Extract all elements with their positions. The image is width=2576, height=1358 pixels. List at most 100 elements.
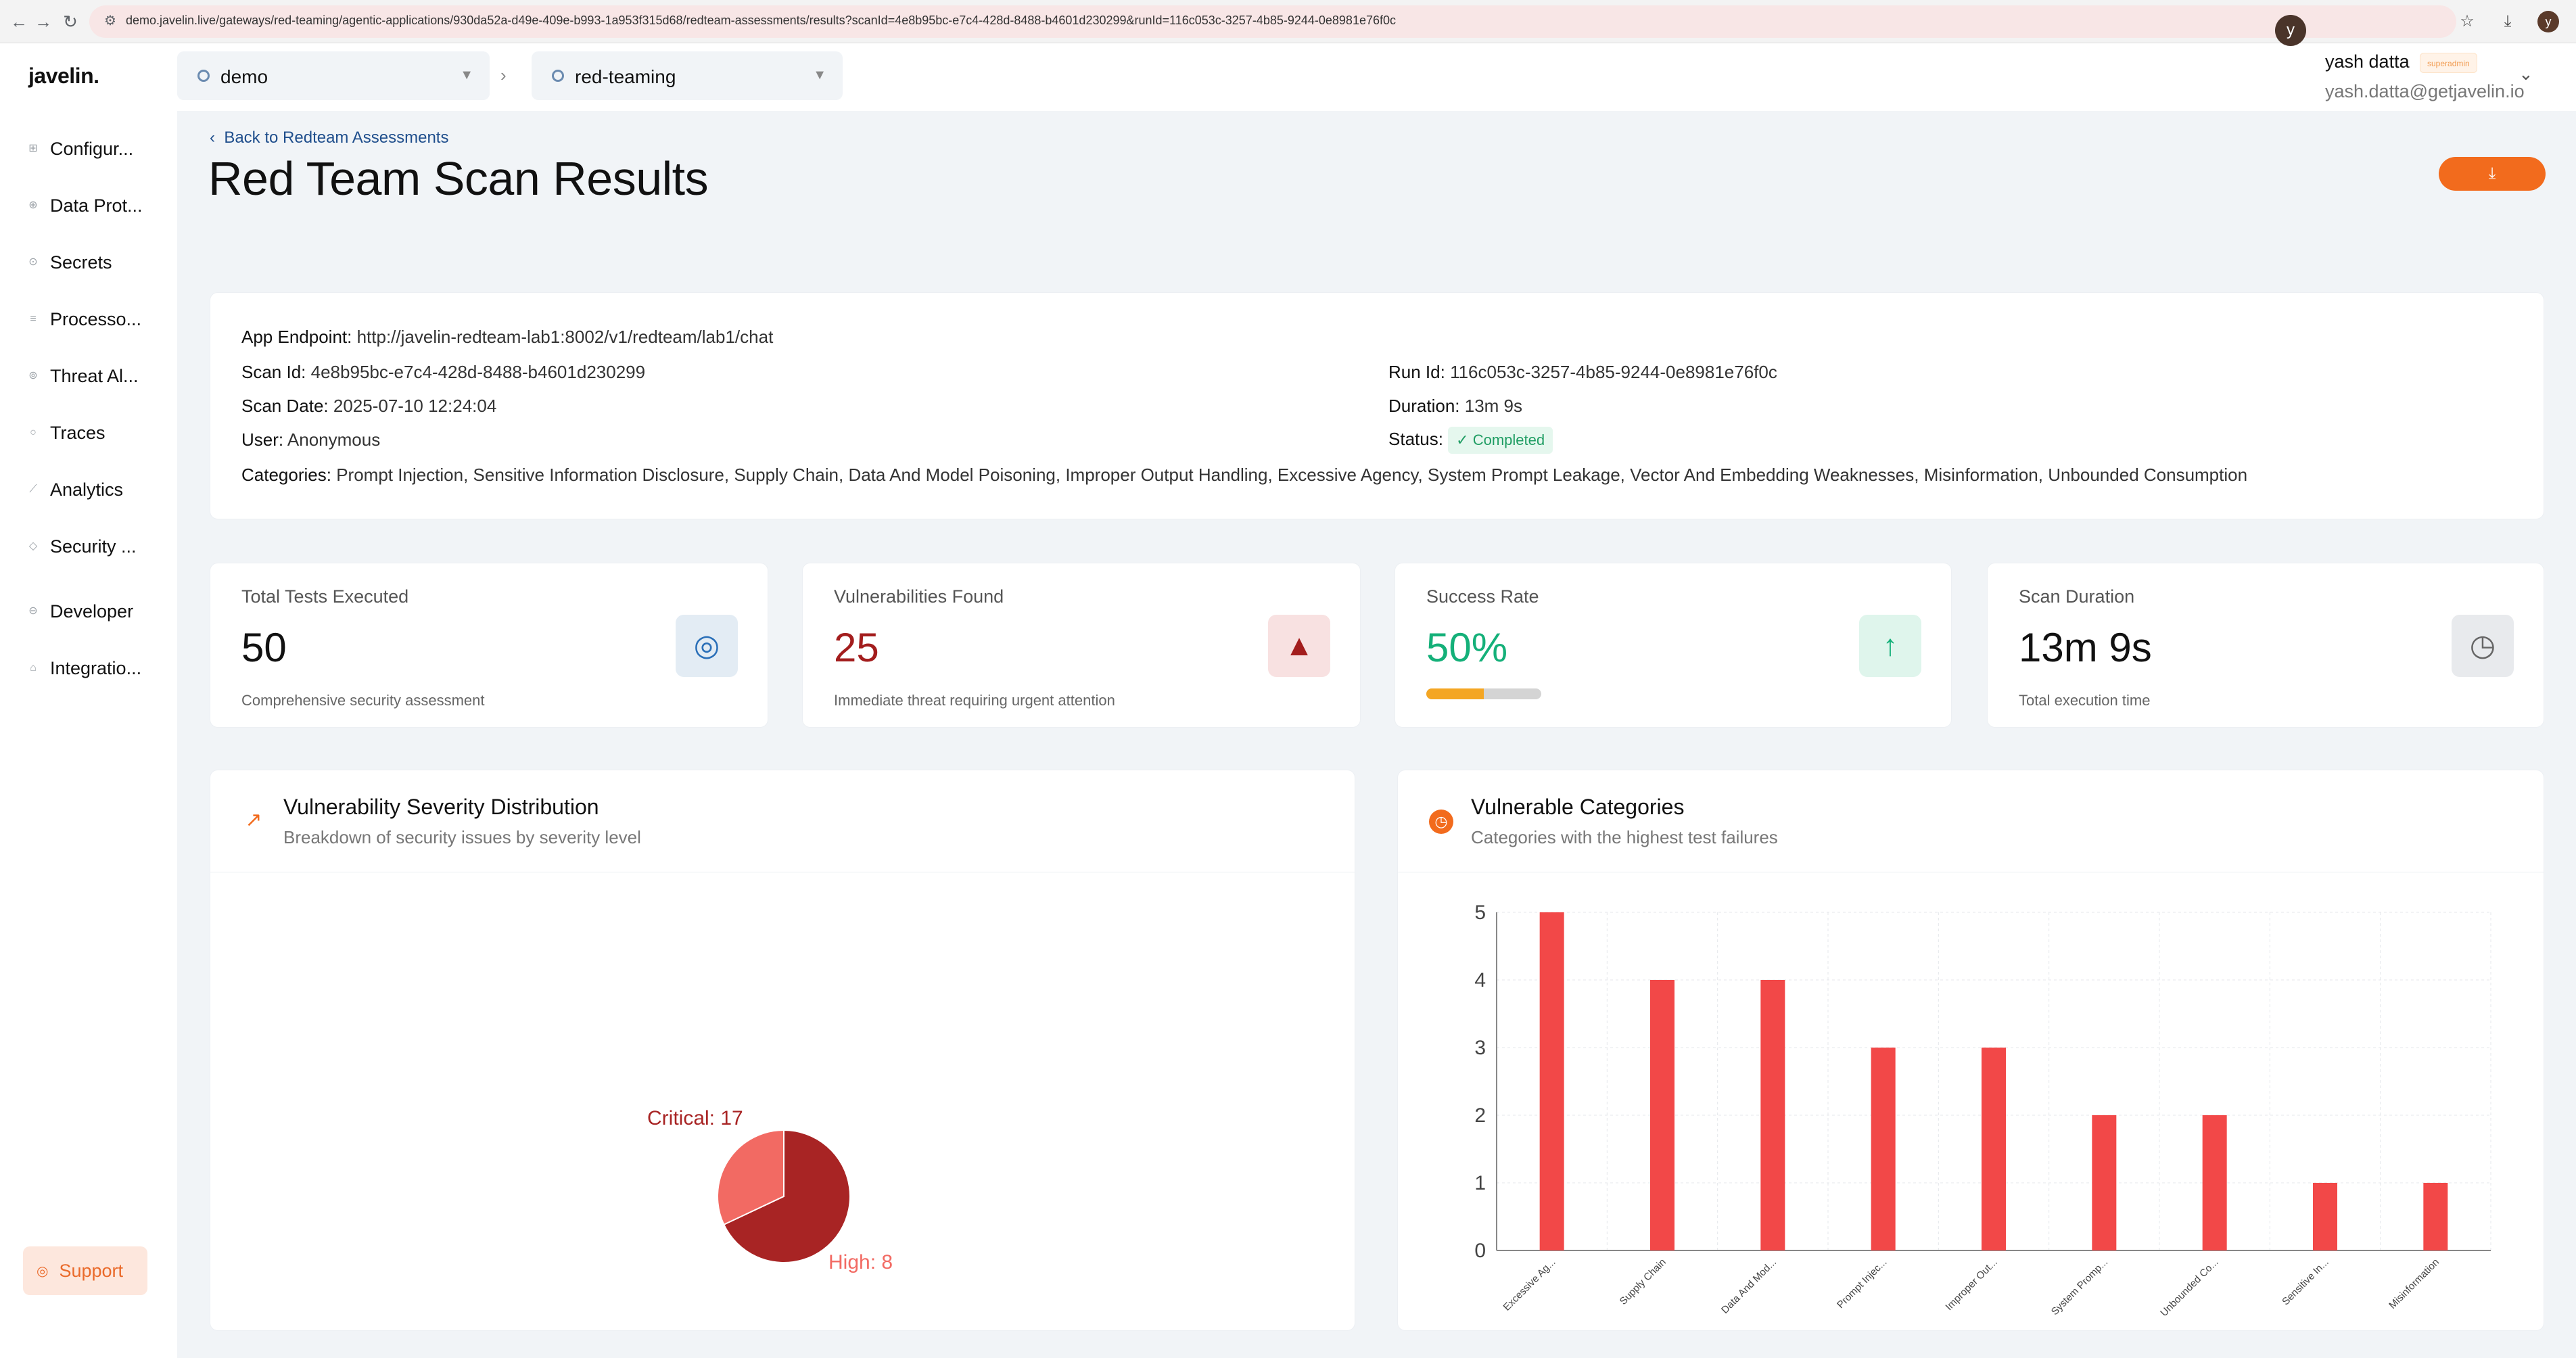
sidebar-item-label: Traces [50,422,106,443]
bar[interactable] [1539,912,1564,1250]
bar[interactable] [2092,1115,2117,1250]
endpoint-value: http://javelin-redteam-lab1:8002/v1/redt… [356,327,774,347]
alert-icon: ⊚ [28,370,38,381]
stat-value: 50 [241,625,287,670]
application-name: red-teaming [575,66,676,87]
sidebar-item[interactable]: ⟋ Analytics [26,472,168,507]
categories-label: Categories: [241,465,331,485]
duration-value: 13m 9s [1464,396,1522,416]
x-tick-label: Misinformation [2387,1257,2441,1311]
sidebar-item-label: Secrets [50,252,112,273]
sidebar-item-label: Analytics [50,479,124,500]
y-tick-label: 4 [1474,969,1486,991]
back-link[interactable]: ‹ Back to Redteam Assessments [210,128,448,147]
gateway-name: demo [220,66,268,87]
sidebar-item[interactable]: ≡ Processo... [26,302,168,337]
sidebar-item-label: Processo... [50,308,142,329]
stat-label: Vulnerabilities Found [834,586,1004,607]
chevron-down-icon: ▼ [813,68,826,83]
bar[interactable] [2202,1115,2227,1250]
chat-icon: ◎ [37,1263,49,1279]
site-info-icon[interactable]: ⚙ [101,12,119,30]
chevron-right-icon: › [500,65,507,85]
user-name: yash datta [2325,51,2410,72]
trace-icon: ○ [30,427,37,438]
bookmark-star-icon[interactable]: ☆ [2455,9,2479,34]
endpoint-label: App Endpoint: [241,327,352,347]
reload-icon[interactable]: ↻ [58,9,83,34]
bar[interactable] [2423,1183,2448,1250]
support-label: Support [59,1260,124,1281]
y-tick-label: 5 [1474,902,1486,924]
y-tick-label: 2 [1474,1104,1486,1127]
status-label: Status: [1388,428,1443,449]
vulnerable-categories-panel: ◷ Vulnerable Categories Categories with … [1397,770,2544,1331]
gateway-selector[interactable]: demo ▼ [177,51,490,100]
stat-value: 50% [1426,625,1508,670]
scan-id-row: Scan Id: 4e8b95bc-e7c4-428d-8488-b4601d2… [241,362,645,383]
sidebar-item[interactable]: ⊞ Configur... [26,131,168,166]
url-text[interactable]: demo.javelin.live/gateways/red-teaming/a… [126,14,2358,28]
scan-date-value: 2025-07-10 12:24:04 [333,396,497,416]
bar[interactable] [1650,980,1675,1250]
stat-subtitle: Immediate threat requiring urgent attent… [834,692,1115,709]
status-row: Status: ✓ Completed [1388,427,1553,454]
plug-icon: ⌂ [30,662,37,674]
sidebar: javelin. ⊞ Configur... ⊕ Data Prot... ⊙ Secre… [0,43,177,1358]
page-title: Red Team Scan Results [208,152,709,205]
success-rate-progress [1426,688,1541,699]
sidebar-item[interactable]: ⊕ Data Prot... [26,188,168,223]
sidebar-item[interactable]: ⊖ Developer [26,594,168,629]
progress-fill [1426,688,1484,699]
back-arrow-icon[interactable]: ← [7,9,31,34]
stat-card-vulnerabilities: Vulnerabilities Found 25 Immediate threa… [802,563,1361,728]
stat-card-scan-duration: Scan Duration 13m 9s Total execution tim… [1987,563,2544,728]
panel-title: Vulnerable Categories [1471,795,1685,819]
user-menu-chevron-icon[interactable]: ⌄ [2519,64,2533,85]
stat-card-success-rate: Success Rate 50% ↑ [1395,563,1952,728]
arrow-up-icon: ↑ [1859,615,1921,677]
x-tick-label: Data And Mod... [1719,1257,1779,1316]
bar[interactable] [1871,1048,1896,1250]
scan-id-label: Scan Id: [241,362,306,382]
status-badge: ✓ Completed [1448,427,1553,454]
bar[interactable] [1760,980,1785,1250]
clock-icon: ◷ [1428,807,1455,834]
sidebar-item-label: Integratio... [50,657,142,678]
target-icon: ◎ [676,615,738,677]
scan-id-value: 4e8b95bc-e7c4-428d-8488-b4601d230299 [310,362,646,382]
application-selector[interactable]: red-teaming ▼ [532,51,843,100]
x-tick-label: Unbounded Co... [2158,1257,2220,1319]
severity-pie-chart: Critical: 17 High: 8 [647,1107,893,1273]
sidebar-item[interactable]: ◇ Security ... [26,529,168,564]
check-icon: ✓ [1456,431,1473,448]
user-avatar[interactable]: y [2275,15,2306,46]
download-icon: ⤓ [2488,164,2496,183]
x-tick-label: Excessive Ag... [1501,1257,1558,1313]
user-label: User: [241,429,284,450]
sidebar-item[interactable]: ⌂ Integratio... [26,651,168,686]
endpoint-row: App Endpoint: http://javelin-redteam-lab… [241,327,773,348]
panel-subtitle: Breakdown of security issues by severity… [283,827,641,847]
y-tick-label: 1 [1474,1172,1486,1194]
forward-arrow-icon[interactable]: → [31,9,55,34]
warning-icon: ▲ [1268,615,1330,677]
browser-profile-avatar[interactable]: y [2537,11,2559,32]
sidebar-item[interactable]: ⊚ Threat Al... [26,358,168,394]
app-logo[interactable]: javelin. [28,64,99,89]
user-value: Anonymous [287,429,381,450]
sidebar-item-label: Data Prot... [50,195,143,216]
download-report-button[interactable]: ⤓ [2439,157,2546,191]
shield-icon: ◇ [28,540,38,552]
support-button[interactable]: ◎ Support [23,1246,147,1295]
scan-date-row: Scan Date: 2025-07-10 12:24:04 [241,396,496,417]
download-tray-icon[interactable]: ⤓ [2496,9,2520,34]
user-email: yash.datta@getjavelin.io [2325,81,2525,101]
sidebar-item-label: Configur... [50,138,134,159]
chart-icon: ⟋ [29,484,37,495]
scan-info-card: App Endpoint: http://javelin-redteam-lab… [210,292,2544,519]
bar[interactable] [1982,1048,2006,1250]
sidebar-item[interactable]: ○ Traces [26,415,168,450]
bar[interactable] [2313,1183,2337,1250]
sidebar-item[interactable]: ⊙ Secrets [26,245,168,280]
